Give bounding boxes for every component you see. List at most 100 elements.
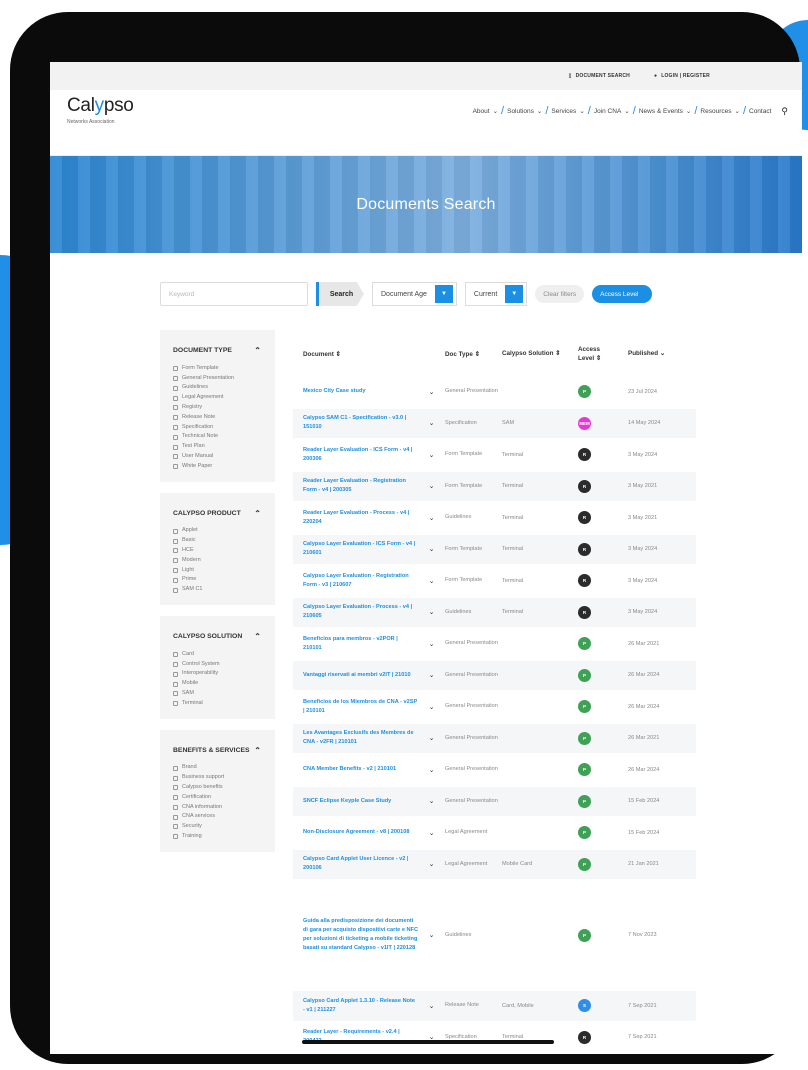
checkbox[interactable] bbox=[173, 548, 178, 554]
chevron-down-icon[interactable]: ⌄ bbox=[418, 703, 445, 711]
chevron-down-icon[interactable]: ⌄ bbox=[418, 577, 445, 585]
document-link[interactable]: Calypso Layer Evaluation - Process - v4 … bbox=[293, 603, 418, 621]
checkbox[interactable] bbox=[173, 454, 178, 460]
table-row[interactable]: CNA Member Benefits - v2 | 210101 ⌄ Genera… bbox=[293, 755, 696, 787]
document-link[interactable]: Reader Layer Evaluation - Registration F… bbox=[293, 477, 418, 495]
document-age-select[interactable]: Document Age ▼ bbox=[372, 282, 457, 306]
table-row[interactable]: Les Avantages Exclusifs des Membres de C… bbox=[293, 723, 696, 755]
nav-item-join-cna[interactable]: Join CNA bbox=[594, 108, 621, 115]
table-row[interactable]: Reader Layer Evaluation - ICS Form - v4 … bbox=[293, 440, 696, 472]
filter-option[interactable]: Control System bbox=[173, 660, 267, 670]
document-link[interactable]: Non-Disclosure Agreement - v8 | 200108 bbox=[293, 828, 418, 837]
filter-option[interactable]: Certification bbox=[173, 793, 267, 803]
checkbox[interactable] bbox=[173, 385, 178, 391]
filter-option[interactable]: Technical Note bbox=[173, 432, 267, 442]
chevron-down-icon[interactable]: ⌄ bbox=[418, 734, 445, 742]
chevron-up-icon[interactable]: ⌃ bbox=[254, 509, 261, 520]
filter-option[interactable]: Business support bbox=[173, 773, 267, 783]
checkbox[interactable] bbox=[173, 795, 178, 801]
filter-option[interactable]: Light bbox=[173, 566, 267, 576]
filter-option[interactable]: Card bbox=[173, 650, 267, 660]
filter-option[interactable]: General Presentation bbox=[173, 374, 267, 384]
document-link[interactable]: SNCF Eclipse Keyple Case Study bbox=[293, 797, 418, 806]
filter-option[interactable]: User Manual bbox=[173, 452, 267, 462]
filter-option[interactable]: Modern bbox=[173, 556, 267, 566]
checkbox[interactable] bbox=[173, 661, 178, 667]
col-document[interactable]: Document ⇕ bbox=[293, 350, 418, 359]
filter-option[interactable]: Applet bbox=[173, 526, 267, 536]
checkbox[interactable] bbox=[173, 375, 178, 381]
checkbox[interactable] bbox=[173, 701, 178, 707]
checkbox[interactable] bbox=[173, 691, 178, 697]
checkbox[interactable] bbox=[173, 671, 178, 677]
table-row[interactable]: Reader Layer Evaluation - Registration F… bbox=[293, 471, 696, 503]
nav-item-resources[interactable]: Resources bbox=[700, 108, 731, 115]
checkbox[interactable] bbox=[173, 395, 178, 401]
filter-group-header[interactable]: DOCUMENT TYPE ⌃ bbox=[173, 346, 267, 357]
filter-option[interactable]: Basic bbox=[173, 536, 267, 546]
chevron-down-icon[interactable]: ⌄ bbox=[418, 797, 445, 805]
chevron-down-icon[interactable]: ⌄ bbox=[418, 482, 445, 490]
chevron-down-icon[interactable]: ⌄ bbox=[418, 514, 445, 522]
table-row[interactable]: Calypso Layer Evaluation - Process - v4 … bbox=[293, 597, 696, 629]
filter-option[interactable]: Security bbox=[173, 822, 267, 832]
checkbox[interactable] bbox=[173, 804, 178, 810]
filter-option[interactable]: Guidelines bbox=[173, 383, 267, 393]
chevron-down-icon[interactable]: ⌄ bbox=[418, 388, 445, 396]
col-doc-type[interactable]: Doc Type ⇕ bbox=[445, 350, 502, 359]
nav-item-about[interactable]: About bbox=[473, 108, 490, 115]
document-link[interactable]: Calypso SAM C1 - Specification - v3.0 | … bbox=[293, 414, 418, 432]
chevron-down-icon[interactable]: ⌄ bbox=[418, 860, 445, 868]
document-link[interactable]: Reader Layer Evaluation - ICS Form - v4 … bbox=[293, 446, 418, 464]
checkbox[interactable] bbox=[173, 765, 178, 771]
document-link[interactable]: Calypso Card Applet 1.3.10 - Release Not… bbox=[293, 997, 418, 1015]
filter-group-header[interactable]: BENEFITS & SERVICES ⌃ bbox=[173, 746, 267, 757]
document-link[interactable]: Vantaggi riservati ai membri v2IT | 2101… bbox=[293, 671, 418, 680]
filter-option[interactable]: Test Plan bbox=[173, 442, 267, 452]
filter-option[interactable]: HCE bbox=[173, 546, 267, 556]
chevron-down-icon[interactable]: ⌄ bbox=[418, 1002, 445, 1010]
document-link[interactable]: Calypso Card Applet User Licence - v2 | … bbox=[293, 855, 418, 873]
calypso-logo[interactable]: Calypso Networks Association bbox=[67, 95, 134, 125]
checkbox[interactable] bbox=[173, 444, 178, 450]
filter-option[interactable]: SAM C1 bbox=[173, 585, 267, 595]
checkbox[interactable] bbox=[173, 587, 178, 593]
table-row[interactable]: Calypso Card Applet 1.3.10 - Release Not… bbox=[293, 991, 696, 1023]
filter-option[interactable]: Training bbox=[173, 832, 267, 842]
checkbox[interactable] bbox=[173, 424, 178, 430]
col-solution[interactable]: Calypso Solution ⇕ bbox=[502, 350, 578, 358]
document-link[interactable]: Calypso Layer Evaluation - ICS Form - v4… bbox=[293, 540, 418, 558]
checkbox[interactable] bbox=[173, 415, 178, 421]
filter-option[interactable]: Legal Agreement bbox=[173, 393, 267, 403]
filter-group-header[interactable]: CALYPSO PRODUCT ⌃ bbox=[173, 509, 267, 520]
keyword-input[interactable]: Keyword bbox=[160, 282, 308, 306]
chevron-down-icon[interactable]: ⌄ bbox=[418, 545, 445, 553]
chevron-down-icon[interactable]: ⌄ bbox=[418, 829, 445, 837]
document-link[interactable]: Beneficios para membros - v2POR | 210101 bbox=[293, 635, 418, 653]
table-row[interactable]: Beneficios de los Miembros de CNA - v2SP… bbox=[293, 692, 696, 724]
chevron-down-icon[interactable]: ⌄ bbox=[418, 766, 445, 774]
col-access-level[interactable]: Access Level ⇕ bbox=[578, 346, 616, 362]
filter-option[interactable]: CNA services bbox=[173, 812, 267, 822]
filter-option[interactable]: Specification bbox=[173, 423, 267, 433]
checkbox[interactable] bbox=[173, 558, 178, 564]
table-row[interactable]: SNCF Eclipse Keyple Case Study ⌄ General P… bbox=[293, 786, 696, 818]
filter-option[interactable]: Prime bbox=[173, 575, 267, 585]
nav-item-news-events[interactable]: News & Events bbox=[639, 108, 683, 115]
chevron-up-icon[interactable]: ⌃ bbox=[254, 346, 261, 357]
filter-option[interactable]: Registry bbox=[173, 403, 267, 413]
document-link[interactable]: Les Avantages Exclusifs des Membres de C… bbox=[293, 729, 418, 747]
document-link[interactable]: Reader Layer Evaluation - Process - v4 |… bbox=[293, 509, 418, 527]
checkbox[interactable] bbox=[173, 528, 178, 534]
chevron-down-icon[interactable]: ⌄ bbox=[418, 451, 445, 459]
checkbox[interactable] bbox=[173, 567, 178, 573]
checkbox[interactable] bbox=[173, 366, 178, 372]
current-select[interactable]: Current ▼ bbox=[464, 282, 528, 306]
table-row[interactable]: Calypso Layer Evaluation - ICS Form - v4… bbox=[293, 534, 696, 566]
filter-option[interactable]: Terminal bbox=[173, 699, 267, 709]
table-row[interactable]: Calypso Card Applet User Licence - v2 | … bbox=[293, 849, 696, 881]
chevron-down-icon[interactable]: ⌄ bbox=[418, 608, 445, 616]
chevron-up-icon[interactable]: ⌃ bbox=[254, 632, 261, 643]
search-icon[interactable]: ⚲ bbox=[781, 106, 788, 117]
filter-option[interactable]: Calypso benefits bbox=[173, 783, 267, 793]
